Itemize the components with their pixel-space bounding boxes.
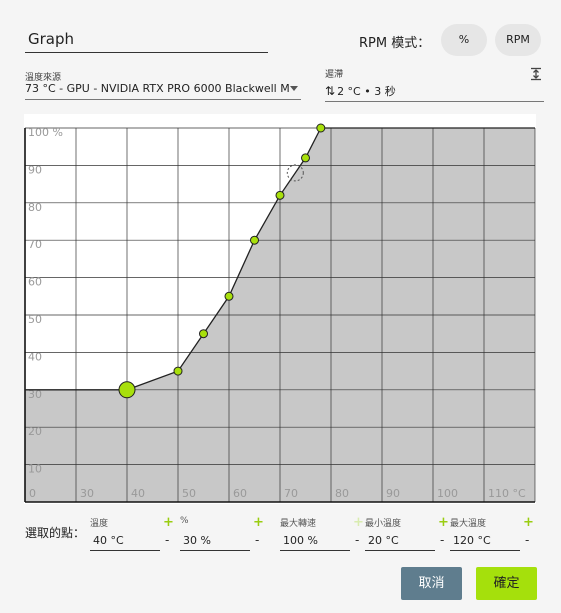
y-tick-label: 40 [28, 350, 42, 363]
curve-point[interactable] [316, 123, 326, 133]
max-temp-caption: 最大溫度 [450, 519, 487, 529]
min-temp-increase-button[interactable]: + [438, 515, 449, 530]
selected-point-label: 選取的點： [25, 526, 86, 540]
delay-caption: 遲滯 [325, 70, 344, 80]
temperature-caption: 溫度 [90, 519, 109, 529]
max-speed-caption: 最大轉速 [280, 519, 317, 529]
percent-decrease-button[interactable]: - [255, 533, 259, 547]
y-tick-label: 100 % [28, 126, 63, 139]
rpm-mode-label: RPM 模式： [359, 36, 431, 51]
y-tick-label: 10 [28, 463, 42, 476]
curve-point[interactable] [301, 153, 310, 163]
y-tick-label: 20 [28, 425, 42, 438]
rpm-mode-button[interactable]: RPM [495, 24, 541, 56]
y-tick-label: 70 [28, 238, 42, 251]
max-temp-increase-button[interactable]: + [523, 515, 534, 530]
confirm-button[interactable]: 確定 [476, 567, 537, 600]
delay-value: 2 °C • 3 秒 [337, 85, 396, 98]
curve-point[interactable] [199, 329, 208, 339]
cancel-button[interactable]: 取消 [401, 567, 462, 600]
x-tick-label: 60 [233, 487, 247, 500]
max-temp-input[interactable]: 120 °C [450, 532, 520, 551]
curve-point-selected[interactable] [118, 381, 136, 399]
max-speed-increase-button[interactable]: + [353, 515, 364, 530]
curve-name-input[interactable]: Graph [25, 26, 268, 53]
percent-mode-button[interactable]: % [441, 24, 487, 56]
x-tick-label: 30 [80, 487, 94, 500]
y-tick-label: 60 [28, 276, 42, 289]
min-temp-decrease-button[interactable]: - [440, 533, 444, 547]
x-tick-label: 80 [335, 487, 349, 500]
x-tick-label: 40 [131, 487, 145, 500]
x-tick-label: 70 [284, 487, 298, 500]
min-temp-caption: 最小溫度 [365, 519, 402, 529]
temperature-decrease-button[interactable]: - [165, 533, 169, 547]
fan-curve-chart[interactable]: 102030405060708090100 %0 30 40 50 60 70 80 90 10… [24, 114, 536, 504]
max-speed-input[interactable]: 100 % [280, 532, 350, 551]
y-tick-label: 90 [28, 163, 42, 176]
temp-source-select[interactable]: 73 °C - GPU - NVIDIA RTX PRO 6000 Blackw… [25, 80, 301, 100]
x-tick-label: 50 [182, 487, 196, 500]
curve-point[interactable] [224, 291, 234, 301]
curve-point[interactable] [275, 190, 285, 200]
x-tick-label: 90 [386, 487, 400, 500]
curve-point[interactable] [173, 366, 183, 376]
delay-field[interactable]: ⇅ 2 °C • 3 秒 [325, 82, 544, 102]
curve-point[interactable] [250, 235, 259, 245]
temperature-increase-button[interactable]: + [163, 515, 174, 530]
x-tick-label: 110 °C [488, 487, 526, 500]
min-temp-input[interactable]: 20 °C [365, 532, 435, 551]
y-tick-label: 50 [28, 313, 42, 326]
percent-caption: % [180, 516, 189, 526]
up-down-arrows-icon: ⇅ [325, 84, 336, 98]
percent-input[interactable]: 30 % [180, 532, 250, 551]
x-tick-label: 0 [29, 487, 36, 500]
max-speed-decrease-button[interactable]: - [355, 533, 359, 547]
expand-vertical-icon[interactable] [529, 67, 543, 81]
percent-increase-button[interactable]: + [253, 515, 264, 530]
x-tick-label: 100 [437, 487, 458, 500]
y-tick-label: 80 [28, 201, 42, 214]
temperature-input[interactable]: 40 °C [90, 532, 160, 551]
dropdown-arrow-icon[interactable] [290, 86, 298, 91]
max-temp-decrease-button[interactable]: - [525, 533, 529, 547]
